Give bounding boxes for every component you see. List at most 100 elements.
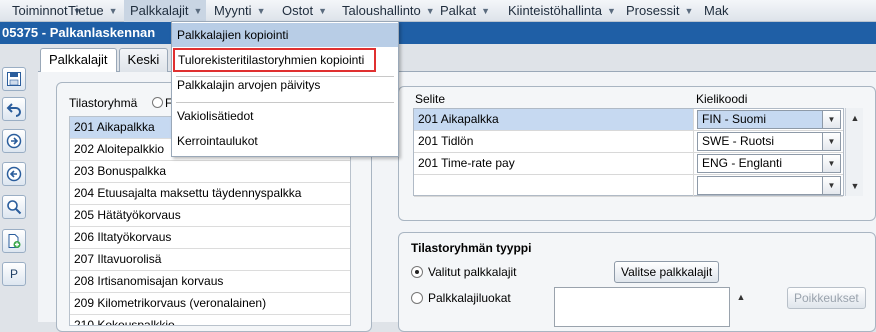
table-row[interactable]: 201 Tidlön SWE - Ruotsi ▼ [414, 131, 843, 153]
chevron-down-icon: ▼ [193, 5, 203, 16]
selite-column-header: Selite [415, 92, 446, 106]
menu-mak[interactable]: Mak [698, 0, 738, 22]
menu-label: Tietue [68, 3, 104, 18]
language-combo[interactable]: ENG - Englanti ▼ [697, 154, 841, 173]
table-row[interactable]: 201 Aikapalkka FIN - Suomi ▼ [414, 109, 843, 131]
scroll-down-icon[interactable]: ▼ [846, 178, 864, 194]
classes-scroll-up-icon[interactable]: ▲ [732, 289, 750, 305]
tab-bar: Palkkalajit Keski [40, 48, 170, 72]
table-row[interactable]: 201 Time-rate pay ENG - Englanti ▼ [414, 153, 843, 175]
list-item[interactable]: 209 Kilometrikorvaus (veronalainen) [70, 293, 350, 315]
search-icon [7, 200, 22, 215]
search-button[interactable] [2, 195, 26, 219]
menu-label: Prosessit [626, 3, 680, 18]
select-paytypes-button[interactable]: Valitse palkkalajit [614, 261, 720, 283]
kielikoodi-cell: FIN - Suomi ▼ [695, 109, 843, 130]
group-type-title: Tilastoryhmän tyyppi [411, 241, 532, 255]
classes-scrollbar[interactable]: ▲ [732, 287, 750, 322]
back-button[interactable] [2, 162, 26, 186]
undo-button[interactable] [2, 97, 26, 121]
selite-cell[interactable] [414, 175, 694, 196]
menu-label: Palkat [440, 3, 477, 18]
menu-toiminnot[interactable]: Toiminnot ▼ [0, 0, 82, 22]
menu-label: Ostot [282, 3, 314, 18]
group-radio[interactable] [152, 97, 163, 108]
paytype-classes-radio[interactable] [411, 292, 423, 304]
language-combo[interactable]: FIN - Suomi ▼ [697, 110, 841, 129]
list-item[interactable]: 203 Bonuspalkka [70, 161, 350, 183]
chevron-down-icon: ▼ [256, 5, 266, 16]
list-item[interactable]: 205 Hätätyökorvaus [70, 205, 350, 227]
menu-label: Palkkalajit [130, 3, 189, 18]
undo-icon [6, 103, 21, 117]
menu-bar: Toiminnot ▼ Tietue ▼ Palkkalajit ▼ Myynti ▼ Osto… [0, 0, 876, 22]
menu-taloushallinto[interactable]: Taloushallinto ▼ [334, 0, 435, 22]
menu-prosessit[interactable]: Prosessit ▼ [618, 0, 698, 22]
chevron-down-icon: ▼ [108, 5, 118, 16]
selite-cell[interactable]: 201 Time-rate pay [414, 153, 694, 174]
language-value: SWE - Ruotsi [702, 134, 775, 148]
menu-kiinteist-hallinta[interactable]: Kiinteistöhallinta ▼ [500, 0, 618, 22]
language-combo[interactable]: ▼ [697, 176, 841, 195]
chevron-down-icon[interactable]: ▼ [822, 177, 840, 194]
save-icon [7, 72, 21, 86]
list-item[interactable]: 208 Irtisanomisajan korvaus [70, 271, 350, 293]
tab-keski[interactable]: Keski [118, 48, 169, 72]
new-document-icon [8, 234, 21, 248]
kielikoodi-cell: SWE - Ruotsi ▼ [695, 131, 843, 152]
chevron-down-icon: ▼ [606, 5, 616, 16]
list-item[interactable]: 207 Iltavuorolisä [70, 249, 350, 271]
menu-ostot[interactable]: Ostot ▼ [274, 0, 334, 22]
p-button[interactable]: P [2, 262, 26, 286]
selected-paytypes-radio[interactable] [411, 266, 423, 278]
language-value: ENG - Englanti [702, 156, 783, 170]
description-scrollbar[interactable]: ▲ ▼ [845, 108, 863, 196]
menu-label: Taloushallinto [342, 3, 421, 18]
chevron-down-icon: ▼ [318, 5, 327, 16]
menu-myynti[interactable]: Myynti ▼ [206, 0, 274, 22]
menu-palkkalajit[interactable]: Palkkalajit ▼ [124, 0, 206, 22]
forward-button[interactable] [2, 129, 26, 153]
list-item[interactable]: 206 Iltatyökorvaus [70, 227, 350, 249]
chevron-down-icon[interactable]: ▼ [822, 111, 840, 128]
forward-icon [6, 133, 22, 149]
kielikoodi-cell: ▼ [695, 175, 843, 196]
menu-item-copy-income-register-groups[interactable]: Tulorekisteritilastoryhmien kopiointi [173, 48, 376, 72]
list-item[interactable]: 204 Etuusajalta maksettu täydennyspalkka [70, 183, 350, 205]
language-combo[interactable]: SWE - Ruotsi ▼ [697, 132, 841, 151]
list-item[interactable]: 210 Kokouspalkkio [70, 315, 350, 325]
menu-separator [176, 102, 394, 103]
group-header: Tilastoryhmä [69, 96, 138, 110]
table-row[interactable]: ▼ [414, 175, 843, 197]
kielikoodi-cell: ENG - Englanti ▼ [695, 153, 843, 174]
menu-label: Mak [704, 3, 729, 18]
menu-palkat[interactable]: Palkat ▼ [430, 0, 500, 22]
window-title: 05375 - Palkanlaskennan [0, 22, 876, 44]
back-icon [6, 166, 22, 182]
selite-cell[interactable]: 201 Aikapalkka [414, 109, 694, 130]
menu-label: Kiinteistöhallinta [508, 3, 602, 18]
paytypes-dropdown-menu: Palkkalajien kopiointi Tulorekisteritila… [171, 21, 399, 157]
menu-label: Myynti [214, 3, 252, 18]
save-button[interactable] [2, 67, 26, 91]
selite-cell[interactable]: 201 Tidlön [414, 131, 694, 152]
exceptions-button[interactable]: Poikkeukset [787, 287, 866, 309]
scroll-up-icon[interactable]: ▲ [846, 110, 864, 126]
chevron-down-icon: ▼ [481, 5, 491, 16]
kielikoodi-column-header: Kielikoodi [696, 92, 748, 106]
language-value: FIN - Suomi [702, 112, 767, 126]
chevron-down-icon[interactable]: ▼ [822, 133, 840, 150]
menu-tietue[interactable]: Tietue ▼ [60, 0, 124, 22]
new-document-button[interactable] [2, 229, 26, 253]
menu-item-update-paytype-values[interactable]: Palkkalajin arvojen päivitys [172, 73, 398, 97]
paytype-classes-label: Palkkalajiluokat [428, 291, 511, 305]
p-button-label: P [9, 267, 18, 281]
chevron-down-icon[interactable]: ▼ [822, 155, 840, 172]
menu-item-coefficient-tables[interactable]: Kerrointaulukot [172, 129, 398, 153]
selected-paytypes-label: Valitut palkkalajit [428, 265, 517, 279]
menu-item-standard-additional-info[interactable]: Vakiolisätiedot [172, 104, 398, 128]
tab-palkkalajit[interactable]: Palkkalajit [40, 48, 117, 72]
menu-item-copy-paytypes[interactable]: Palkkalajien kopiointi [172, 23, 398, 47]
paytype-classes-list[interactable] [554, 287, 730, 327]
description-table: 201 Aikapalkka FIN - Suomi ▼ 201 Tidlön SWE … [413, 108, 844, 197]
